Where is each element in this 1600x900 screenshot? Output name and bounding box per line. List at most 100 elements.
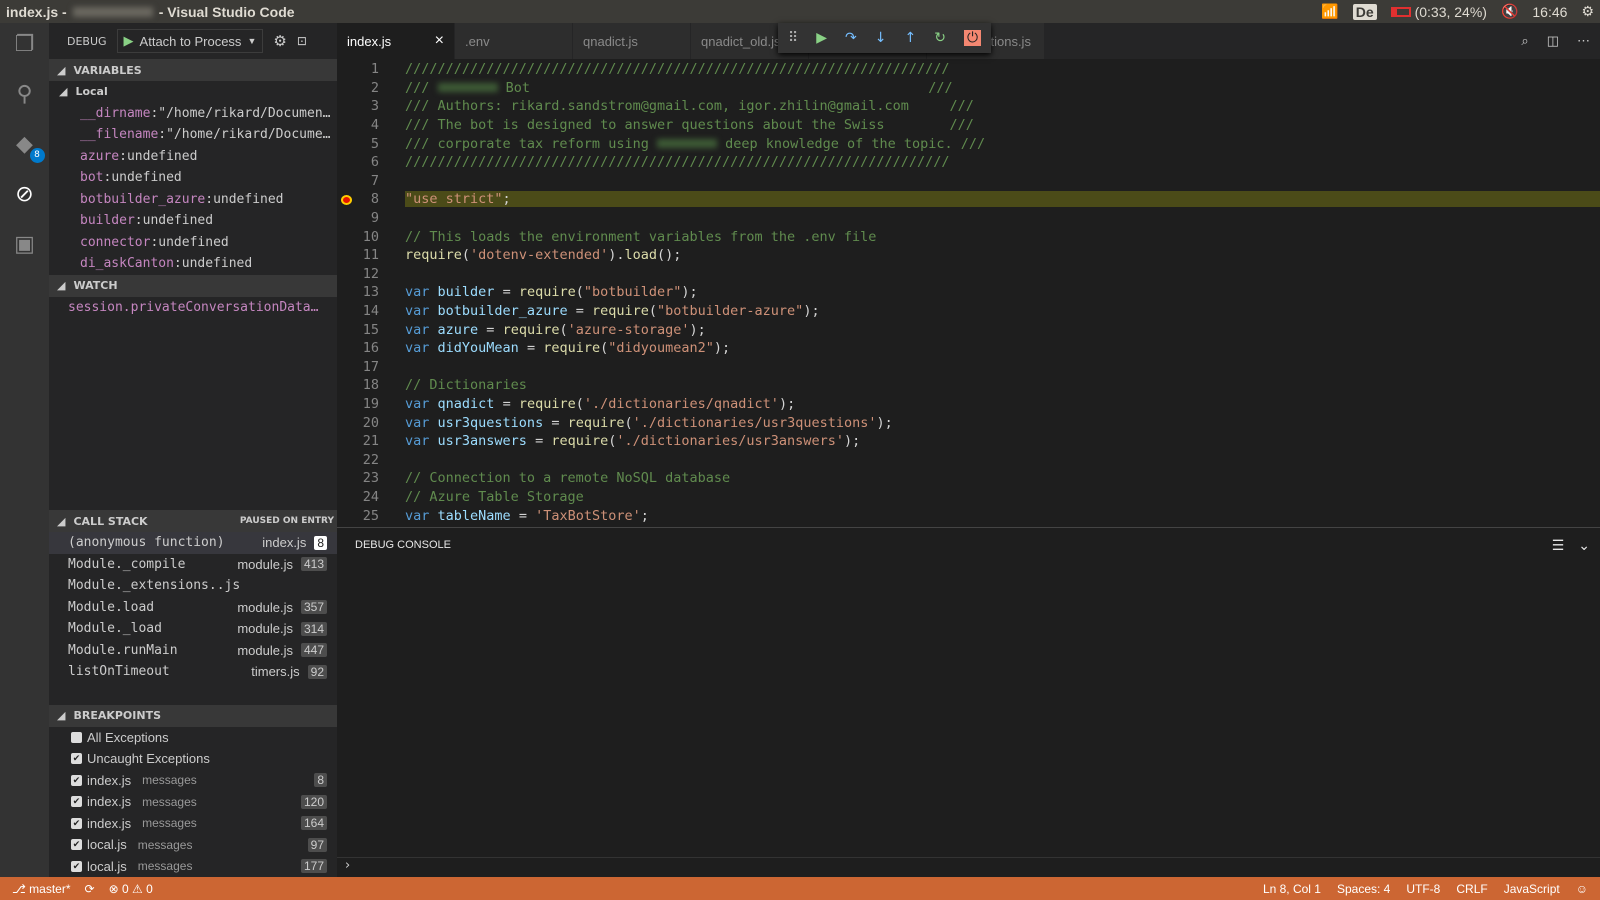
debug-icon[interactable]: ⊘ [11, 181, 39, 209]
variable-item[interactable]: __filename: "/home/rikard/Docume… [49, 124, 337, 146]
watch-expression[interactable]: session.privateConversationData… [49, 297, 337, 319]
line-number[interactable]: 7 [337, 173, 405, 189]
breakpoint-item[interactable]: ✔ local.js messages 177 [49, 856, 337, 878]
line-number[interactable]: 17 [337, 359, 405, 375]
variable-item[interactable]: bot: undefined [49, 167, 337, 189]
start-debug-icon[interactable]: ▶ [124, 33, 134, 49]
indentation[interactable]: Spaces: 4 [1337, 882, 1390, 896]
line-number[interactable]: 10 [337, 229, 405, 245]
breakpoints-header[interactable]: ◢ BREAKPOINTS [49, 704, 337, 727]
checkbox[interactable]: ✔ [71, 817, 82, 829]
clear-console-icon[interactable]: ☰ [1552, 537, 1565, 554]
stack-frame[interactable]: Module.runMain module.js 447 [49, 640, 337, 662]
language-mode[interactable]: JavaScript [1504, 882, 1560, 896]
restart-icon[interactable]: ↻ [934, 30, 946, 46]
line-number[interactable]: 18 [337, 377, 405, 393]
watch-header[interactable]: ◢ WATCH [49, 274, 337, 297]
console-input[interactable]: › [337, 857, 1600, 877]
problems[interactable]: ⊗ 0 ⚠ 0 [109, 882, 153, 896]
step-into-icon[interactable]: ↓ [875, 30, 887, 46]
drag-handle-icon[interactable]: ⠿ [788, 30, 798, 46]
line-number[interactable]: 1 [337, 61, 405, 77]
line-number[interactable]: 21 [337, 433, 405, 449]
step-over-icon[interactable]: ↷ [845, 30, 857, 46]
line-number[interactable]: 13 [337, 284, 405, 300]
checkbox[interactable]: ✔ [71, 796, 82, 808]
variable-item[interactable]: connector: undefined [49, 232, 337, 254]
console-icon[interactable]: ⊡ [297, 34, 307, 48]
breakpoint-item[interactable]: ✔ index.js messages 8 [49, 770, 337, 792]
sync-icon[interactable]: ⟳ [85, 882, 95, 896]
call-stack-header[interactable]: ◢ CALL STACK PAUSED ON ENTRY [49, 510, 337, 532]
line-number[interactable]: 24 [337, 489, 405, 505]
line-number[interactable]: 14 [337, 303, 405, 319]
line-number[interactable]: 25 [337, 508, 405, 524]
variables-header[interactable]: ◢ VARIABLES [49, 59, 337, 81]
line-number[interactable]: 23 [337, 470, 405, 486]
line-number[interactable]: 8 [337, 191, 405, 207]
settings-gear-icon[interactable]: ⚙ [1581, 3, 1594, 20]
continue-icon[interactable]: ▶ [816, 30, 827, 46]
variable-item[interactable]: azure: undefined [49, 146, 337, 168]
stack-frame[interactable]: listOnTimeout timers.js 92 [49, 661, 337, 683]
split-editor-icon[interactable]: ◫ [1547, 33, 1559, 49]
wifi-icon[interactable]: 📶 [1321, 3, 1338, 20]
volume-muted-icon[interactable]: 🔇 [1501, 3, 1518, 20]
code-editor[interactable]: 1///////////////////////////////////////… [337, 59, 1600, 527]
line-number[interactable]: 5 [337, 136, 405, 152]
line-number[interactable]: 20 [337, 415, 405, 431]
cursor-position[interactable]: Ln 8, Col 1 [1263, 882, 1321, 896]
scope-local[interactable]: ◢ Local [49, 81, 337, 103]
line-number[interactable]: 4 [337, 117, 405, 133]
line-number[interactable]: 6 [337, 154, 405, 170]
git-branch[interactable]: ⎇ master* [12, 882, 71, 896]
line-number[interactable]: 19 [337, 396, 405, 412]
checkbox[interactable] [71, 731, 82, 743]
tab-indexjs[interactable]: index.js × [337, 23, 455, 59]
clock[interactable]: 16:46 [1532, 4, 1567, 20]
stack-frame[interactable]: Module._compile module.js 413 [49, 554, 337, 576]
more-actions-icon[interactable]: ⋯ [1577, 33, 1590, 49]
debug-console-tab[interactable]: DEBUG CONSOLE [355, 539, 451, 551]
feedback-smiley-icon[interactable]: ☺ [1576, 882, 1588, 896]
close-icon[interactable]: × [435, 32, 444, 50]
line-ending[interactable]: CRLF [1456, 882, 1487, 896]
breakpoint-item[interactable]: ✔ local.js messages 97 [49, 834, 337, 856]
stack-frame[interactable]: Module._load module.js 314 [49, 618, 337, 640]
breakpoint-item[interactable]: ✔ index.js messages 120 [49, 791, 337, 813]
search-icon[interactable]: ⚲ [11, 81, 39, 109]
line-number[interactable]: 16 [337, 340, 405, 356]
line-number[interactable]: 15 [337, 322, 405, 338]
gear-icon[interactable]: ⚙ [273, 32, 286, 50]
variable-item[interactable]: __dirname: "/home/rikard/Documen… [49, 103, 337, 125]
line-number[interactable]: 9 [337, 210, 405, 226]
checkbox[interactable]: ✔ [71, 860, 82, 872]
stack-frame[interactable]: (anonymous function) index.js 8 [49, 532, 337, 554]
source-control-icon[interactable]: ◆ 8 [11, 131, 45, 163]
line-number[interactable]: 11 [337, 247, 405, 263]
checkbox[interactable]: ✔ [71, 774, 82, 786]
breakpoint-current-icon[interactable] [341, 195, 352, 206]
extensions-icon[interactable]: ▣ [11, 231, 39, 259]
keyboard-layout[interactable]: De [1352, 3, 1377, 20]
variable-item[interactable]: botbuilder_azure: undefined [49, 189, 337, 211]
line-number[interactable]: 22 [337, 452, 405, 468]
stack-frame[interactable]: Module._extensions..js [49, 575, 337, 597]
stack-frame[interactable]: Module.load module.js 357 [49, 597, 337, 619]
encoding[interactable]: UTF-8 [1406, 882, 1440, 896]
tab-env[interactable]: .env [455, 23, 573, 59]
breakpoint-item[interactable]: ✔ index.js messages 164 [49, 813, 337, 835]
line-number[interactable]: 3 [337, 98, 405, 114]
variable-item[interactable]: builder: undefined [49, 210, 337, 232]
checkbox[interactable]: ✔ [71, 839, 82, 851]
breakpoint-item[interactable]: All Exceptions [49, 727, 337, 749]
open-changes-icon[interactable]: ⌕ [1521, 33, 1528, 49]
collapse-panel-icon[interactable]: ⌄ [1578, 537, 1590, 554]
battery-indicator[interactable]: (0:33, 24%) [1390, 4, 1487, 20]
variable-item[interactable]: di_askCanton: undefined [49, 253, 337, 275]
line-number[interactable]: 12 [337, 266, 405, 282]
step-out-icon[interactable]: ↑ [905, 30, 917, 46]
breakpoint-item[interactable]: ✔ Uncaught Exceptions [49, 748, 337, 770]
launch-config-select[interactable]: ▶ Attach to Process ▼ [116, 29, 264, 53]
line-number[interactable]: 2 [337, 80, 405, 96]
